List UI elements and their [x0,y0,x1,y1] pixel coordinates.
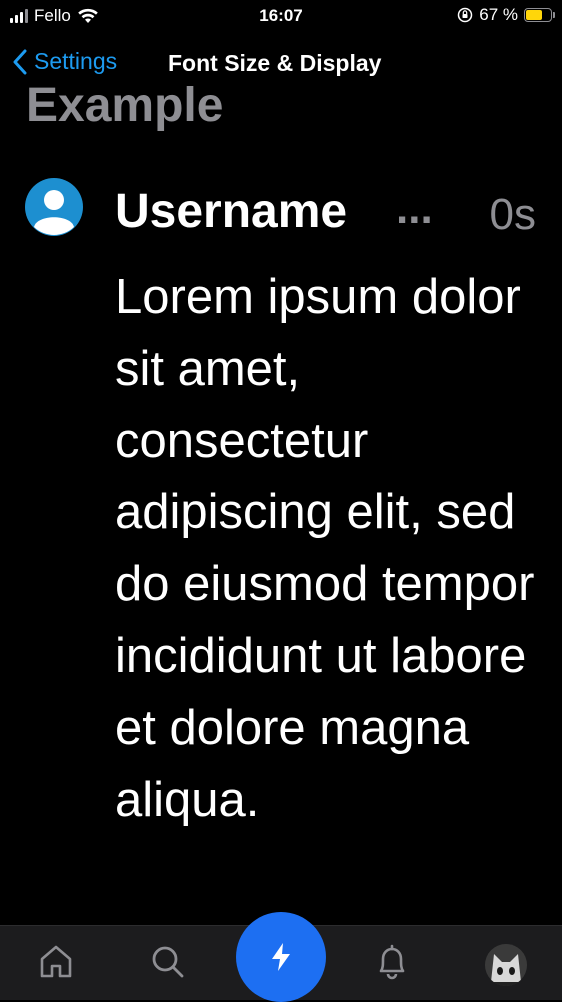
tab-home[interactable] [36,942,76,982]
page-title: Font Size & Display [168,50,382,76]
lightning-icon [272,943,290,971]
back-label: Settings [34,48,118,74]
rotation-lock-icon [458,7,473,23]
tab-notifications[interactable] [372,942,412,982]
tab-search[interactable] [148,942,188,982]
search-icon [152,946,184,978]
default-user-icon [34,190,74,235]
post-username: Username [115,185,348,238]
status-right: 67 % [457,5,555,25]
avatar [25,178,83,236]
back-button[interactable]: Settings [12,48,117,75]
chevron-left-icon [13,49,27,74]
post-body: Lorem ipsum dolor sit amet, consectetur … [115,270,535,827]
compose-button[interactable] [236,912,326,1002]
username-ellipsis: ... [396,184,433,233]
bell-icon [379,944,405,980]
home-icon [40,945,72,978]
post-timestamp: 0s [489,190,536,239]
profile-avatar-icon [485,944,527,986]
battery-icon [524,8,555,22]
tab-profile[interactable] [485,944,527,986]
status-bar: Fello 16:07 67 % [0,0,562,32]
section-title: Example [26,79,224,132]
battery-percent: 67 % [479,5,518,24]
